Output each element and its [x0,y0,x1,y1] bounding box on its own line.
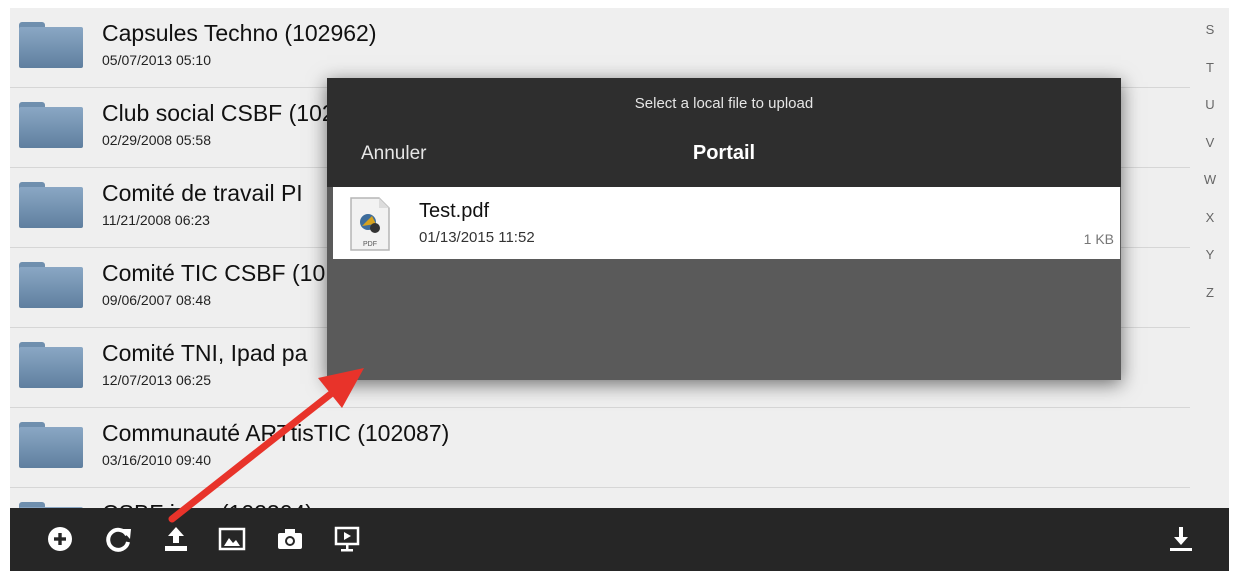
photo-icon[interactable] [218,525,246,553]
index-letter[interactable]: Z [1200,285,1220,323]
folder-icon [19,342,83,388]
index-letter[interactable]: W [1200,172,1220,210]
bottom-toolbar [10,508,1229,571]
folder-date: 02/29/2008 05:58 [102,132,211,148]
file-name: Test.pdf [419,200,490,222]
folder-row[interactable]: Capsules Techno (102962) 05/07/2013 05:1… [10,8,1190,88]
folder-icon [19,422,83,468]
pdf-file-icon: PDF [350,197,390,251]
folder-icon [19,102,83,148]
dialog-prompt: Select a local file to upload [634,95,814,112]
upload-file-dialog: Select a local file to upload Annuler Po… [327,78,1121,380]
file-size: 1 KB [1083,231,1114,247]
index-letter[interactable]: S [1200,22,1220,60]
pdf-label: PDF [363,241,377,248]
alphabet-index[interactable]: S T U V W X Y Z [1200,22,1220,322]
add-icon[interactable] [46,525,74,553]
download-icon[interactable] [1167,525,1195,553]
folder-date: 05/07/2013 05:10 [102,52,211,68]
folder-date: 09/06/2007 08:48 [102,292,211,308]
camera-icon[interactable] [276,525,304,553]
dialog-title: Portail [692,142,756,164]
index-letter[interactable]: V [1200,135,1220,173]
dialog-header: Select a local file to upload Annuler Po… [327,78,1121,187]
folder-icon [19,182,83,228]
folder-icon [19,262,83,308]
upload-icon[interactable] [162,525,190,553]
refresh-icon[interactable] [105,525,133,553]
index-letter[interactable]: X [1200,210,1220,248]
folder-title: Communauté ARTtisTIC (102087) [102,420,450,446]
folder-icon [19,22,83,68]
folder-date: 11/21/2008 06:23 [102,212,210,228]
folder-title: Comité de travail PI [102,180,303,206]
folder-title: Capsules Techno (102962) [102,20,377,46]
folder-title: Comité TNI, Ipad pa [102,340,308,366]
present-icon[interactable] [333,525,361,553]
index-letter[interactable]: U [1200,97,1220,135]
folder-row[interactable]: Communauté ARTtisTIC (102087) 03/16/2010… [10,408,1190,488]
folder-date: 03/16/2010 09:40 [102,452,211,468]
folder-title: Comité TIC CSBF (10 [102,260,326,286]
index-letter[interactable]: T [1200,60,1220,98]
file-list-item[interactable]: PDF Test.pdf 01/13/2015 11:52 1 KB [333,187,1120,259]
file-date: 01/13/2015 11:52 [419,229,535,246]
folder-title: Club social CSBF (102 [102,100,335,126]
folder-date: 12/07/2013 06:25 [102,372,211,388]
index-letter[interactable]: Y [1200,247,1220,285]
